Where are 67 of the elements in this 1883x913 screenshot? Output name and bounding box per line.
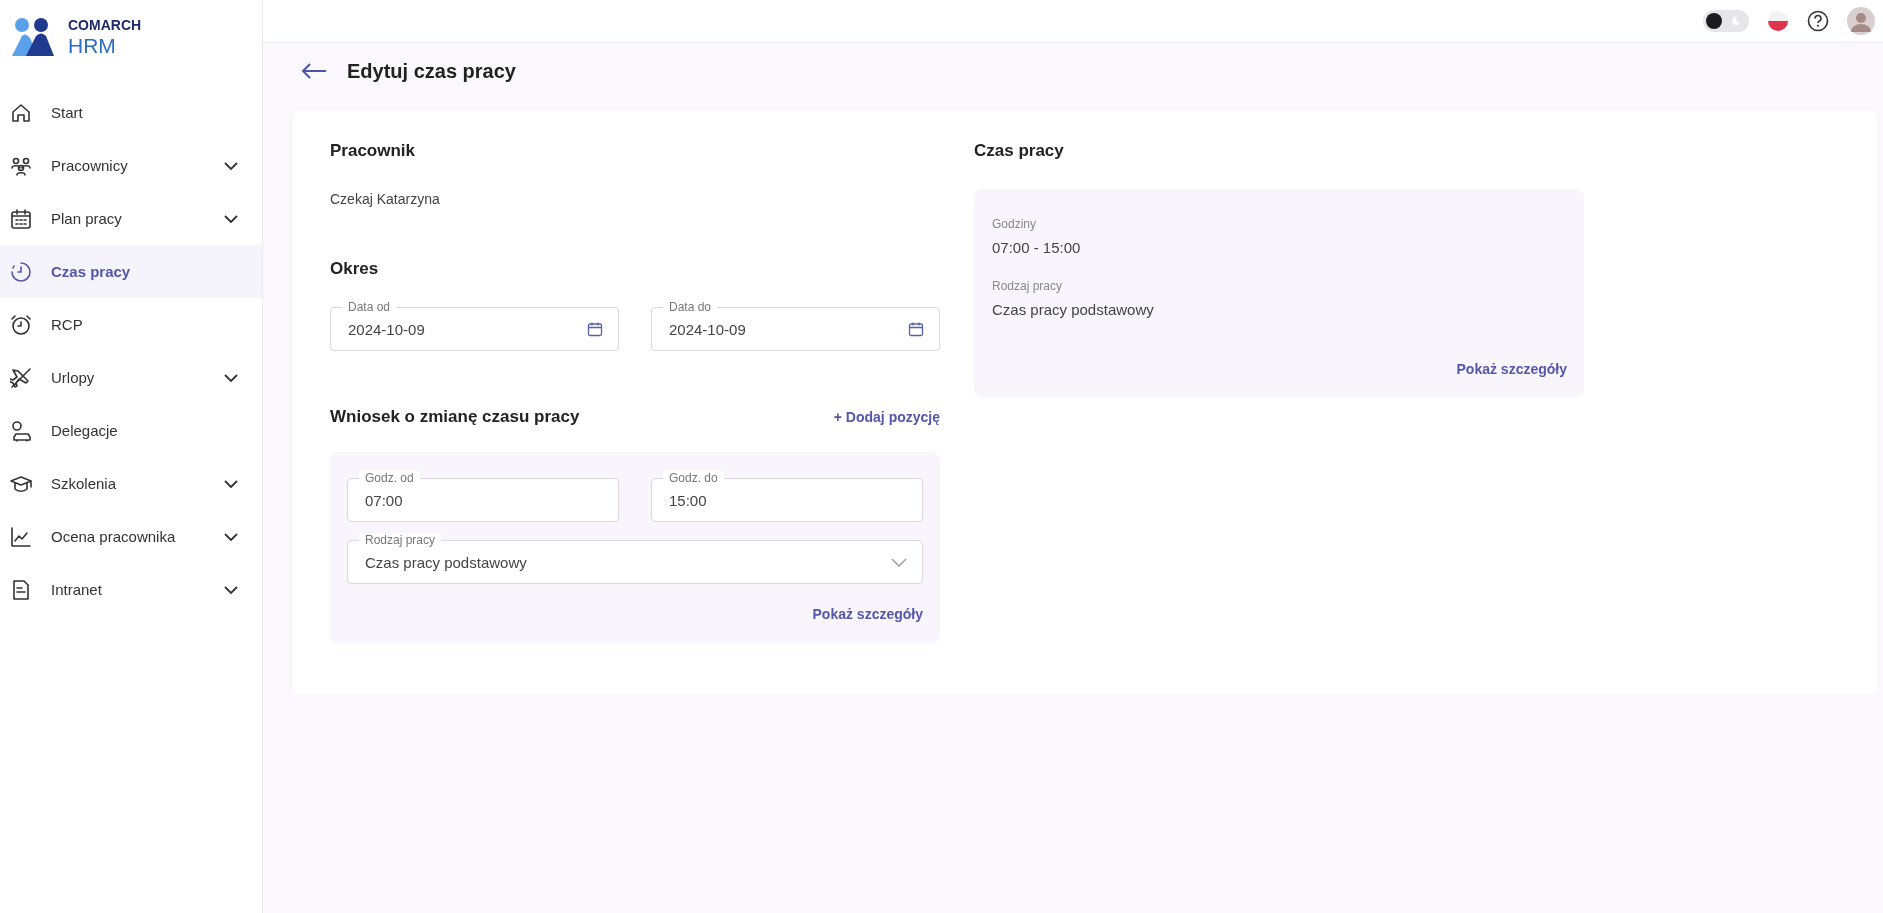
sidebar-item-label: Szkolenia — [51, 475, 118, 492]
sidebar-item[interactable]: RCP — [0, 298, 262, 351]
info-label: Godziny — [992, 217, 1038, 231]
home-icon — [10, 101, 32, 124]
brand-product: HRM — [68, 35, 117, 56]
info-value: Czas pracy podstawowy — [992, 301, 1155, 318]
details-link[interactable]: Pokaż szczegóły — [1456, 361, 1567, 377]
section-heading: Okres — [330, 259, 380, 279]
sidebar-item-label: Plan pracy — [51, 210, 123, 227]
moon-icon — [1731, 16, 1741, 26]
input-field[interactable]: Godz. do 15:00 — [651, 470, 923, 522]
sidebar-item-label: Ocena pracownika — [51, 528, 177, 545]
sidebar-item-label: Pracownicy — [51, 157, 129, 174]
input-field[interactable]: Godz. od 07:00 — [347, 470, 619, 522]
theme-toggle[interactable] — [1703, 10, 1749, 32]
add-item-link[interactable]: + Dodaj pozycję — [833, 409, 940, 425]
clock-icon — [10, 260, 32, 283]
sidebar-item-label: Intranet — [51, 581, 103, 598]
sidebar-item[interactable]: Urlopy — [0, 351, 262, 404]
page-title: Edytuj czas pracy — [347, 59, 516, 83]
brand-name: COMARCH — [68, 18, 142, 32]
info-label: Rodzaj pracy — [992, 279, 1064, 293]
field-value: 2024-10-09 — [348, 320, 426, 338]
sidebar-item[interactable]: Delegacje — [0, 404, 262, 457]
calendar-icon — [10, 207, 32, 230]
field-value: Czas pracy podstawowy — [365, 553, 528, 571]
sidebar-item[interactable]: Ocena pracownika — [0, 510, 262, 563]
sidebar-item[interactable]: Intranet — [0, 563, 262, 616]
field-label: Data od — [342, 300, 397, 314]
details-link[interactable]: Pokaż szczegóły — [812, 606, 923, 622]
field-label: Godz. od — [359, 471, 420, 485]
flag-icon[interactable] — [1767, 10, 1789, 32]
calendar-icon — [908, 321, 924, 337]
alarm-clock-icon — [10, 313, 32, 336]
sidebar-item[interactable]: Pracownicy — [0, 139, 262, 192]
sidebar-item[interactable]: Plan pracy — [0, 192, 262, 245]
field-label: Godz. do — [663, 471, 724, 485]
field-value: 07:00 — [365, 491, 404, 509]
field-value: 2024-10-09 — [669, 320, 747, 338]
sidebar-item-label: Delegacje — [51, 422, 119, 439]
input-field[interactable]: Data do 2024-10-09 — [651, 299, 940, 351]
field-value: 15:00 — [669, 491, 708, 509]
line-chart-icon — [10, 525, 32, 548]
field-label: Data do — [663, 300, 718, 314]
sidebar-item-label: Start — [51, 104, 84, 121]
airplane-icon — [10, 366, 32, 389]
avatar-icon[interactable] — [1847, 7, 1875, 35]
field-label: Rodzaj pracy — [359, 533, 442, 547]
sidebar-item-label: RCP — [51, 316, 84, 333]
logo-icon — [12, 16, 54, 58]
document-icon — [10, 578, 32, 601]
sidebar-item[interactable]: Czas pracy — [0, 245, 262, 298]
section-heading: Pracownik — [330, 141, 417, 161]
sidebar-item[interactable]: Szkolenia — [0, 457, 262, 510]
sidebar-item-label: Czas pracy — [51, 263, 132, 280]
info-value: 07:00 - 15:00 — [992, 239, 1082, 256]
section-heading: Czas pracy — [974, 141, 1065, 161]
section-heading: Wniosek o zmianę czasu pracy — [330, 407, 580, 427]
chevron-down-icon — [891, 557, 907, 567]
select-field[interactable]: Rodzaj pracy Czas pracy podstawowy — [347, 532, 923, 584]
sidebar-item[interactable]: Start — [0, 86, 262, 139]
back-arrow-icon[interactable] — [301, 63, 327, 79]
calendar-icon — [587, 321, 603, 337]
input-field[interactable]: Data od 2024-10-09 — [330, 299, 619, 351]
help-icon[interactable] — [1807, 10, 1829, 32]
sidebar-item-label: Urlopy — [51, 369, 96, 386]
employee-name: Czekaj Katarzyna — [330, 191, 441, 207]
